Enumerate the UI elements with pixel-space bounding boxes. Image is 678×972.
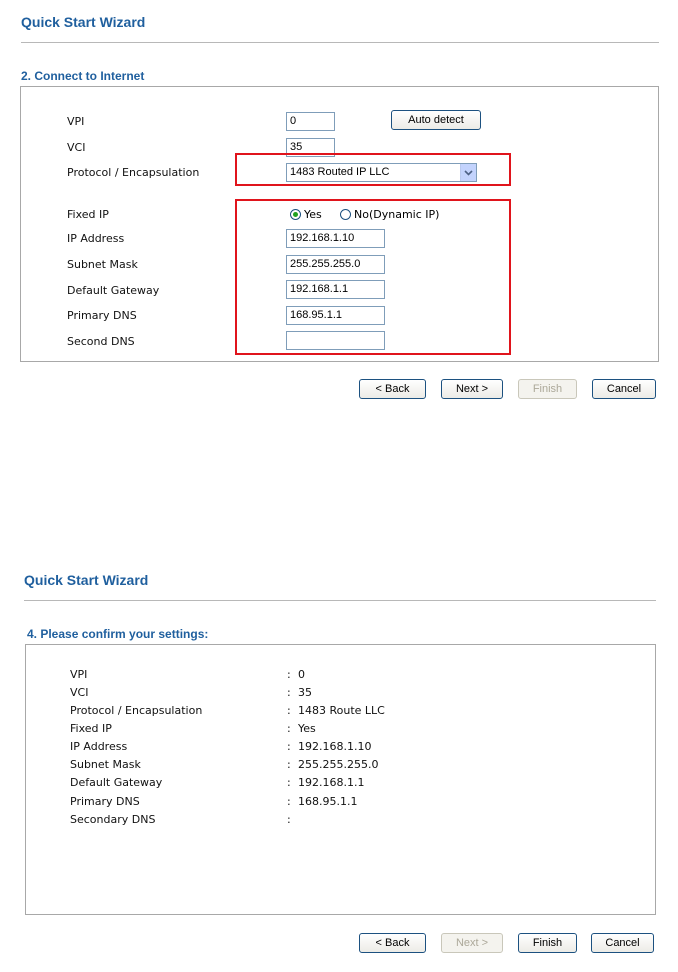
cancel-button[interactable]: Cancel (591, 933, 654, 953)
wizard-title: Quick Start Wizard (24, 572, 149, 588)
section-title: 2. Connect to Internet (21, 69, 145, 83)
confirm-label: Protocol / Encapsulation (70, 704, 203, 717)
confirm-colon: : (287, 740, 291, 753)
confirm-colon: : (287, 704, 291, 717)
confirm-value: 1483 Route LLC (298, 704, 385, 717)
vpi-label: VPI (67, 115, 85, 128)
confirm-colon: : (287, 795, 291, 808)
next-button: Next > (441, 933, 503, 953)
fixed-ip-yes-label: Yes (304, 208, 322, 221)
fixed-ip-no-radio[interactable]: No(Dynamic IP) (340, 208, 439, 221)
confirm-value: 35 (298, 686, 312, 699)
second-dns-label: Second DNS (67, 335, 135, 348)
ip-address-label: IP Address (67, 232, 125, 245)
next-button[interactable]: Next > (441, 379, 503, 399)
confirm-colon: : (287, 776, 291, 789)
second-dns-input[interactable] (286, 331, 385, 350)
confirm-label: Default Gateway (70, 776, 163, 789)
finish-button[interactable]: Finish (518, 933, 577, 953)
back-button[interactable]: < Back (359, 379, 426, 399)
confirm-value: 192.168.1.10 (298, 740, 372, 753)
fixed-ip-label: Fixed IP (67, 208, 109, 221)
confirm-value: 255.255.255.0 (298, 758, 379, 771)
confirm-value: 0 (298, 668, 305, 681)
confirm-value: 192.168.1.1 (298, 776, 365, 789)
title-divider (24, 600, 656, 601)
fixed-ip-no-label: No(Dynamic IP) (354, 208, 440, 221)
vci-label: VCI (67, 141, 86, 154)
title-divider (21, 42, 659, 43)
connect-panel: VPI 0 Auto detect VCI 35 Protocol / Enca… (20, 86, 659, 362)
radio-button-icon (340, 209, 351, 220)
section-title: 4. Please confirm your settings: (27, 627, 209, 641)
protocol-select[interactable]: 1483 Routed IP LLC (286, 163, 477, 182)
confirm-colon: : (287, 758, 291, 771)
fixed-ip-yes-radio[interactable]: Yes (290, 208, 322, 221)
default-gateway-input[interactable]: 192.168.1.1 (286, 280, 385, 299)
primary-dns-input[interactable]: 168.95.1.1 (286, 306, 385, 325)
finish-button: Finish (518, 379, 577, 399)
confirm-label: Secondary DNS (70, 813, 156, 826)
protocol-selected-value: 1483 Routed IP LLC (290, 166, 390, 178)
confirm-label: VPI (70, 668, 88, 681)
back-button[interactable]: < Back (359, 933, 426, 953)
vpi-input[interactable]: 0 (286, 112, 335, 131)
vci-input[interactable]: 35 (286, 138, 335, 157)
confirm-label: Fixed IP (70, 722, 112, 735)
ip-address-input[interactable]: 192.168.1.10 (286, 229, 385, 248)
confirm-colon: : (287, 668, 291, 681)
default-gateway-label: Default Gateway (67, 284, 160, 297)
confirm-value: Yes (298, 722, 316, 735)
subnet-mask-input[interactable]: 255.255.255.0 (286, 255, 385, 274)
confirm-colon: : (287, 722, 291, 735)
auto-detect-button[interactable]: Auto detect (391, 110, 481, 130)
radio-button-icon (290, 209, 301, 220)
confirm-label: IP Address (70, 740, 128, 753)
confirm-colon: : (287, 813, 291, 826)
subnet-mask-label: Subnet Mask (67, 258, 138, 271)
cancel-button[interactable]: Cancel (592, 379, 656, 399)
confirm-colon: : (287, 686, 291, 699)
confirm-label: Primary DNS (70, 795, 140, 808)
confirm-value: 168.95.1.1 (298, 795, 358, 808)
confirm-label: Subnet Mask (70, 758, 141, 771)
primary-dns-label: Primary DNS (67, 309, 137, 322)
chevron-down-icon[interactable] (460, 164, 476, 181)
confirm-label: VCI (70, 686, 89, 699)
wizard-title: Quick Start Wizard (21, 14, 146, 30)
protocol-label: Protocol / Encapsulation (67, 166, 200, 179)
